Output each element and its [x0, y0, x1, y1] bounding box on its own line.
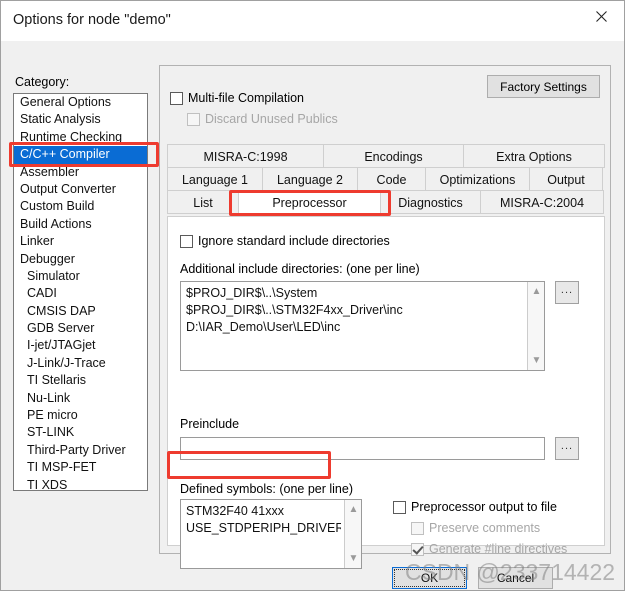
tab-language-2[interactable]: Language 2: [262, 167, 358, 191]
additional-include-directories-input[interactable]: $PROJ_DIR$\..\System $PROJ_DIR$\..\STM32…: [180, 281, 545, 371]
tab-row-3: List Preprocessor Diagnostics MISRA-C:2004: [167, 190, 605, 214]
category-item-st-link[interactable]: ST-LINK: [14, 424, 147, 441]
tab-misra-c-2004[interactable]: MISRA-C:2004: [480, 190, 604, 214]
ignore-standard-include-checkbox-row[interactable]: Ignore standard include directories: [180, 234, 390, 248]
chevron-up-icon[interactable]: ▲: [345, 501, 362, 518]
tab-code[interactable]: Code: [357, 167, 426, 191]
preprocessor-output-to-file-checkbox[interactable]: [393, 500, 406, 514]
category-item-gdb-server[interactable]: GDB Server: [14, 320, 147, 337]
chevron-up-icon[interactable]: ▲: [528, 283, 545, 300]
category-item-ti-msp-fet[interactable]: TI MSP-FET: [14, 459, 147, 476]
ignore-standard-include-label: Ignore standard include directories: [198, 234, 390, 248]
ok-button[interactable]: OK: [392, 567, 467, 589]
focus-ring: [394, 569, 465, 587]
preinclude-input[interactable]: [180, 437, 545, 460]
cancel-button[interactable]: Cancel: [478, 567, 553, 589]
category-item-c-cpp-compiler[interactable]: C/C++ Compiler: [14, 146, 147, 164]
category-item-linker[interactable]: Linker: [14, 233, 147, 250]
generate-line-directives-checkbox-row: Generate #line directives: [411, 542, 567, 556]
discard-unused-publics-checkbox: [187, 112, 200, 126]
preprocessor-output-to-file-checkbox-row[interactable]: Preprocessor output to file: [393, 500, 557, 514]
generate-line-directives-label: Generate #line directives: [429, 542, 568, 556]
preprocessor-tab-page: Ignore standard include directories Addi…: [167, 216, 605, 569]
tab-output[interactable]: Output: [529, 167, 603, 191]
category-item-static-analysis[interactable]: Static Analysis: [14, 111, 147, 128]
include-dirs-scrollbar[interactable]: ▲ ▼: [527, 282, 544, 370]
category-item-third-party-driver[interactable]: Third-Party Driver: [14, 442, 147, 459]
category-item-runtime-checking[interactable]: Runtime Checking: [14, 129, 147, 146]
tab-diagnostics[interactable]: Diagnostics: [380, 190, 481, 214]
category-item-build-actions[interactable]: Build Actions: [14, 216, 147, 233]
tab-language-1[interactable]: Language 1: [167, 167, 263, 191]
category-item-j-link-j-trace[interactable]: J-Link/J-Trace: [14, 355, 147, 372]
category-item-nu-link[interactable]: Nu-Link: [14, 390, 147, 407]
category-item-simulator[interactable]: Simulator: [14, 268, 147, 285]
page-title: Options for node "demo": [13, 12, 171, 28]
category-item-general-options[interactable]: General Options: [14, 94, 147, 111]
tab-misra-c-1998[interactable]: MISRA-C:1998: [167, 144, 324, 168]
category-item-cmsis-dap[interactable]: CMSIS DAP: [14, 303, 147, 320]
category-item-output-converter[interactable]: Output Converter: [14, 181, 147, 198]
discard-unused-publics-label: Discard Unused Publics: [205, 112, 338, 126]
category-item-pe-micro[interactable]: PE micro: [14, 407, 147, 424]
category-item-i-jet-jtagjet[interactable]: I-jet/JTAGjet: [14, 337, 147, 354]
tab-preprocessor[interactable]: Preprocessor: [238, 190, 381, 214]
tab-bar[interactable]: MISRA-C:1998 Encodings Extra Options Langua…: [167, 144, 605, 214]
category-item-ti-stellaris[interactable]: TI Stellaris: [14, 372, 147, 389]
tab-list[interactable]: List: [167, 190, 239, 214]
include-dirs-browse-button[interactable]: ...: [555, 281, 579, 304]
defined-symbols-input[interactable]: STM32F40 41xxx USE_STDPERIPH_DRIVER ▲ ▼: [180, 499, 362, 569]
chevron-down-icon[interactable]: ▼: [345, 550, 362, 567]
generate-line-directives-checkbox: [411, 542, 424, 556]
tab-row-1: MISRA-C:1998 Encodings Extra Options: [167, 144, 605, 168]
tab-extra-options[interactable]: Extra Options: [463, 144, 605, 168]
options-dialog: Options for node "demo" Category: Genera…: [0, 0, 625, 591]
cancel-button-label: Cancel: [496, 571, 535, 585]
defined-symbols-value: STM32F40 41xxx USE_STDPERIPH_DRIVER: [186, 504, 341, 535]
additional-include-directories-value: $PROJ_DIR$\..\System $PROJ_DIR$\..\STM32…: [186, 286, 403, 334]
category-list[interactable]: General Options Static Analysis Runtime Ch…: [13, 93, 148, 491]
category-item-debugger[interactable]: Debugger: [14, 251, 147, 268]
defined-symbols-label: Defined symbols: (one per line): [180, 482, 353, 496]
preinclude-browse-button[interactable]: ...: [555, 437, 579, 460]
category-item-cadi[interactable]: CADI: [14, 285, 147, 302]
category-item-assembler[interactable]: Assembler: [14, 164, 147, 181]
preserve-comments-label: Preserve comments: [429, 521, 541, 535]
factory-settings-button[interactable]: Factory Settings: [487, 75, 600, 98]
chevron-down-icon[interactable]: ▼: [528, 352, 545, 369]
category-item-ti-xds[interactable]: TI XDS: [14, 477, 147, 490]
tab-encodings[interactable]: Encodings: [323, 144, 464, 168]
additional-include-directories-label: Additional include directories: (one per…: [180, 262, 420, 276]
preinclude-label: Preinclude: [180, 417, 240, 431]
ignore-standard-include-checkbox[interactable]: [180, 234, 193, 248]
category-label: Category:: [15, 75, 70, 89]
preserve-comments-checkbox-row: Preserve comments: [411, 521, 540, 535]
multi-file-compilation-label: Multi-file Compilation: [188, 91, 305, 105]
close-icon[interactable]: [578, 1, 624, 32]
tab-row-2: Language 1 Language 2 Code Optimizations Out…: [167, 167, 605, 191]
discard-unused-publics-checkbox-row: Discard Unused Publics: [187, 112, 338, 126]
category-item-custom-build[interactable]: Custom Build: [14, 198, 147, 215]
preserve-comments-checkbox: [411, 521, 424, 535]
tab-optimizations[interactable]: Optimizations: [425, 167, 530, 191]
title-bar: Options for node "demo": [1, 1, 624, 41]
multi-file-compilation-checkbox[interactable]: [170, 91, 183, 105]
content-panel: Factory Settings Multi-file Compilation …: [159, 65, 611, 569]
multi-file-compilation-checkbox-row[interactable]: Multi-file Compilation: [170, 91, 304, 105]
defined-symbols-scrollbar[interactable]: ▲ ▼: [344, 500, 361, 568]
preprocessor-output-to-file-label: Preprocessor output to file: [411, 500, 557, 514]
